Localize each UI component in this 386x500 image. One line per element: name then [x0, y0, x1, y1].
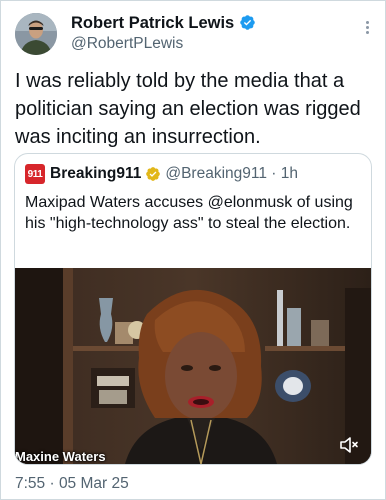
- quoted-avatar[interactable]: 911: [25, 164, 45, 184]
- volume-muted-icon[interactable]: [339, 436, 359, 454]
- verified-badge-icon: [240, 15, 255, 30]
- tweet-card: Robert Patrick Lewis @RobertPLewis I was…: [0, 0, 386, 500]
- author-name[interactable]: Robert Patrick Lewis: [71, 14, 256, 33]
- more-dot: [365, 20, 369, 24]
- tweet-text: I was reliably told by the media that a …: [15, 70, 361, 148]
- gold-verified-badge-icon: [146, 167, 161, 181]
- more-dot: [365, 25, 369, 29]
- quoted-tweet-header: 911 Breaking911 @Breaking911 · 1h: [25, 164, 298, 184]
- quoted-time[interactable]: 1h: [281, 165, 298, 183]
- author-name-text[interactable]: Robert Patrick Lewis: [71, 14, 234, 32]
- quoted-author-handle[interactable]: @Breaking911: [165, 165, 267, 183]
- quoted-video[interactable]: Maxine Waters: [15, 268, 371, 464]
- separator-dot: ·: [271, 165, 277, 182]
- author-avatar[interactable]: [15, 13, 57, 55]
- quoted-tweet[interactable]: 911 Breaking911 @Breaking911 · 1h Maxipa…: [14, 153, 372, 465]
- more-dot: [365, 30, 369, 34]
- more-options-icon[interactable]: [357, 17, 377, 37]
- tweet-timestamp[interactable]: 7:55 · 05 Mar 25: [15, 475, 129, 493]
- quoted-author-name[interactable]: Breaking911: [50, 165, 141, 183]
- video-caption: Maxine Waters: [15, 449, 106, 464]
- video-frame: [15, 268, 371, 464]
- quoted-tweet-text: Maxipad Waters accuses @elonmusk of usin…: [25, 194, 353, 232]
- quoted-separator: ·: [267, 165, 281, 183]
- author-handle[interactable]: @RobertPLewis: [71, 35, 183, 53]
